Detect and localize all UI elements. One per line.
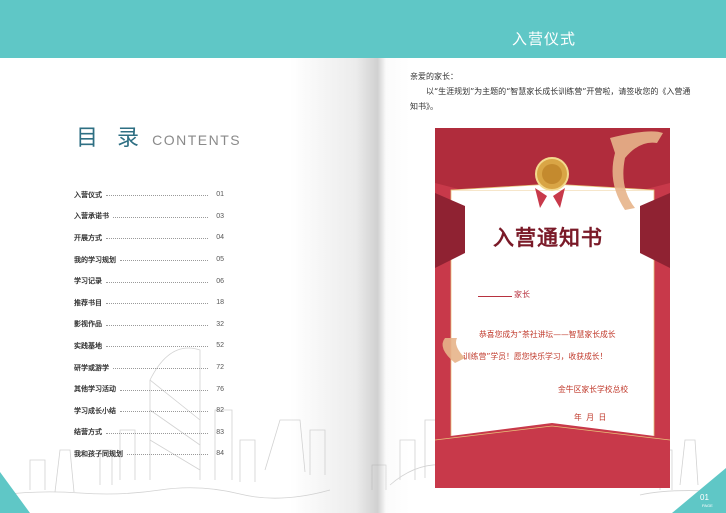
toc-item-label: 我和孩子同规划 (74, 449, 123, 458)
letter: 亲爱的家长： 以“生涯规划”为主题的“智慧家长成长训练营”开营啦，请签收您的《入… (410, 69, 696, 114)
toc-dot-leader (106, 346, 208, 348)
toc-item[interactable]: 推荐书目 18 (74, 292, 224, 314)
toc-item-page: 52 (216, 342, 224, 350)
toc-item[interactable]: 我的学习规划 05 (74, 249, 224, 271)
toc-item-label: 结营方式 (74, 428, 102, 437)
toc-item-label: 推荐书目 (74, 298, 102, 307)
toc-item-page: 06 (216, 277, 224, 285)
parent-name-blank (478, 296, 512, 297)
toc-item-label: 研学或游学 (74, 363, 109, 372)
corner-decoration-left (0, 472, 30, 513)
toc-item-page: 76 (216, 385, 224, 393)
toc-item-page: 03 (216, 212, 224, 220)
letter-body: 以“生涯规划”为主题的“智慧家长成长训练营”开营啦，请签收您的《入营通知书》。 (410, 87, 691, 111)
toc-dot-leader (106, 281, 208, 283)
toc-item[interactable]: 我和孩子同规划 84 (74, 443, 224, 465)
toc-item-page: 01 (216, 191, 224, 199)
toc-item-label: 实践基地 (74, 341, 102, 350)
toc-item-label: 学习成长小结 (74, 406, 116, 415)
toc-item[interactable]: 实践基地 52 (74, 335, 224, 357)
toc-item[interactable]: 入营承诺书 03 (74, 206, 224, 228)
parent-suffix: 家长 (514, 290, 530, 299)
page-number: 01 (700, 493, 709, 502)
table-of-contents: 入营仪式 01 入营承诺书 03 开展方式 04 我的学习规划 05 学习记录 06 推荐书目 18 影… (74, 184, 224, 465)
header-bar: 入营仪式 (0, 0, 726, 58)
letter-greeting: 亲爱的家长： (410, 72, 458, 81)
toc-title-en: CONTENTS (152, 132, 242, 148)
notice-title: 入营通知书 (493, 225, 603, 250)
toc-dot-leader (120, 411, 208, 413)
toc-dot-leader (106, 238, 208, 240)
toc-dot-leader (120, 389, 208, 391)
toc-item[interactable]: 学习记录 06 (74, 270, 224, 292)
admission-notice-card: 入营通知书 家长 恭喜您成为“茶社讲坛——智慧家长成长 训练营”学员！愿您快乐学… (435, 128, 670, 488)
card-frame (435, 128, 670, 488)
toc-item-page: 83 (216, 428, 224, 436)
toc-dot-leader (127, 454, 208, 456)
toc-item-page: 18 (216, 299, 224, 307)
notice-signature: 金牛区家长学校总校 (558, 385, 629, 394)
toc-item-label: 开展方式 (74, 233, 102, 242)
toc-item[interactable]: 开展方式 04 (74, 227, 224, 249)
toc-dot-leader (113, 216, 208, 218)
toc-dot-leader (106, 324, 208, 326)
toc-item-page: 05 (216, 256, 224, 264)
toc-item-label: 我的学习规划 (74, 255, 116, 264)
toc-item-label: 入营承诺书 (74, 212, 109, 221)
parent-name-line: 家长 (478, 289, 530, 300)
page-title: 入营仪式 (512, 30, 577, 48)
toc-item[interactable]: 结营方式 83 (74, 422, 224, 444)
toc-heading: 目 录 CONTENTS (76, 120, 241, 152)
toc-item-label: 学习记录 (74, 277, 102, 286)
toc-dot-leader (106, 303, 208, 305)
toc-item-page: 72 (216, 364, 224, 372)
toc-item-page: 84 (216, 450, 224, 458)
toc-dot-leader (106, 195, 208, 197)
toc-item[interactable]: 入营仪式 01 (74, 184, 224, 206)
toc-title: 目 录 (76, 126, 145, 151)
toc-item-label: 其他学习活动 (74, 385, 116, 394)
toc-dot-leader (106, 432, 208, 434)
toc-dot-leader (113, 368, 208, 370)
page-label: PAGE (702, 503, 713, 508)
notice-body-line2: 训练营”学员！愿您快乐学习，收获成长！ (463, 352, 608, 361)
toc-item-label: 入营仪式 (74, 190, 102, 199)
toc-item[interactable]: 学习成长小结 82 (74, 400, 224, 422)
notice-date: 年 月 日 (574, 413, 608, 422)
toc-item[interactable]: 影视作品 32 (74, 314, 224, 336)
toc-item-page: 04 (216, 234, 224, 242)
toc-dot-leader (120, 260, 208, 262)
notice-body-line1: 恭喜您成为“茶社讲坛——智慧家长成长 (479, 330, 616, 339)
toc-item-label: 影视作品 (74, 320, 102, 329)
toc-item-page: 32 (216, 320, 224, 328)
toc-item-page: 82 (216, 407, 224, 415)
notice-body: 恭喜您成为“茶社讲坛——智慧家长成长 训练营”学员！愿您快乐学习，收获成长！ (463, 324, 663, 368)
toc-item[interactable]: 研学或游学 72 (74, 357, 224, 379)
toc-item[interactable]: 其他学习活动 76 (74, 378, 224, 400)
